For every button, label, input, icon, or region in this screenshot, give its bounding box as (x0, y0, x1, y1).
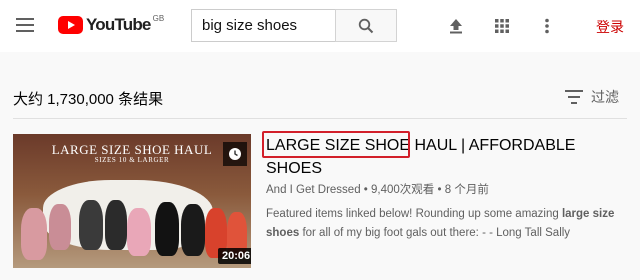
more-icon (545, 18, 549, 34)
upload-button[interactable] (445, 15, 467, 37)
shoe (21, 208, 47, 260)
view-count: 9,400次观看 (371, 184, 435, 196)
upload-icon (450, 19, 462, 34)
shoe (105, 200, 127, 250)
filter-button[interactable]: 过滤 (565, 87, 619, 107)
channel-name[interactable]: And I Get Dressed (266, 184, 361, 196)
video-thumbnail[interactable]: LARGE SIZE SHOE HAUL SIZES 10 & LARGER 2… (13, 134, 251, 268)
meta-separator: • (360, 184, 372, 196)
apps-icon (495, 19, 509, 33)
thumbnail-subtitle: SIZES 10 & LARGER (94, 156, 170, 164)
desc-text: for all of my big foot gals out there: -… (299, 227, 571, 239)
shoe (49, 204, 71, 250)
shoe (127, 208, 151, 256)
youtube-play-icon (58, 16, 83, 34)
search-bar (191, 9, 397, 42)
video-duration: 20:06 (218, 248, 251, 264)
watch-later-button[interactable] (223, 142, 247, 166)
apps-button[interactable] (491, 15, 513, 37)
menu-icon[interactable] (16, 18, 34, 32)
region-code: GB (152, 13, 165, 23)
filter-label: 过滤 (591, 89, 619, 105)
meta-separator: • (434, 184, 445, 196)
video-meta: And I Get Dressed • 9,400次观看 • 8 个月前 (266, 181, 489, 197)
login-link[interactable]: 登录 (596, 17, 624, 37)
shoe (155, 202, 179, 256)
video-description: Featured items linked below! Rounding up… (266, 205, 630, 243)
shoe (181, 204, 205, 256)
search-icon (358, 18, 374, 33)
youtube-logo[interactable]: YouTube GB (58, 13, 164, 37)
search-input[interactable] (191, 9, 335, 42)
more-button[interactable] (536, 15, 558, 37)
results-count: 大约 1,730,000 条结果 (13, 91, 164, 108)
search-button[interactable] (335, 9, 397, 42)
upload-age: 8 个月前 (444, 184, 489, 196)
filter-icon (565, 90, 583, 104)
top-bar: YouTube GB 登录 (0, 0, 640, 52)
desc-text: Featured items linked below! Rounding up… (266, 208, 562, 220)
logo-text: YouTube (86, 15, 151, 34)
highlight-box (262, 131, 410, 158)
clock-icon (229, 148, 241, 160)
divider (13, 118, 627, 119)
shoe (79, 200, 103, 250)
